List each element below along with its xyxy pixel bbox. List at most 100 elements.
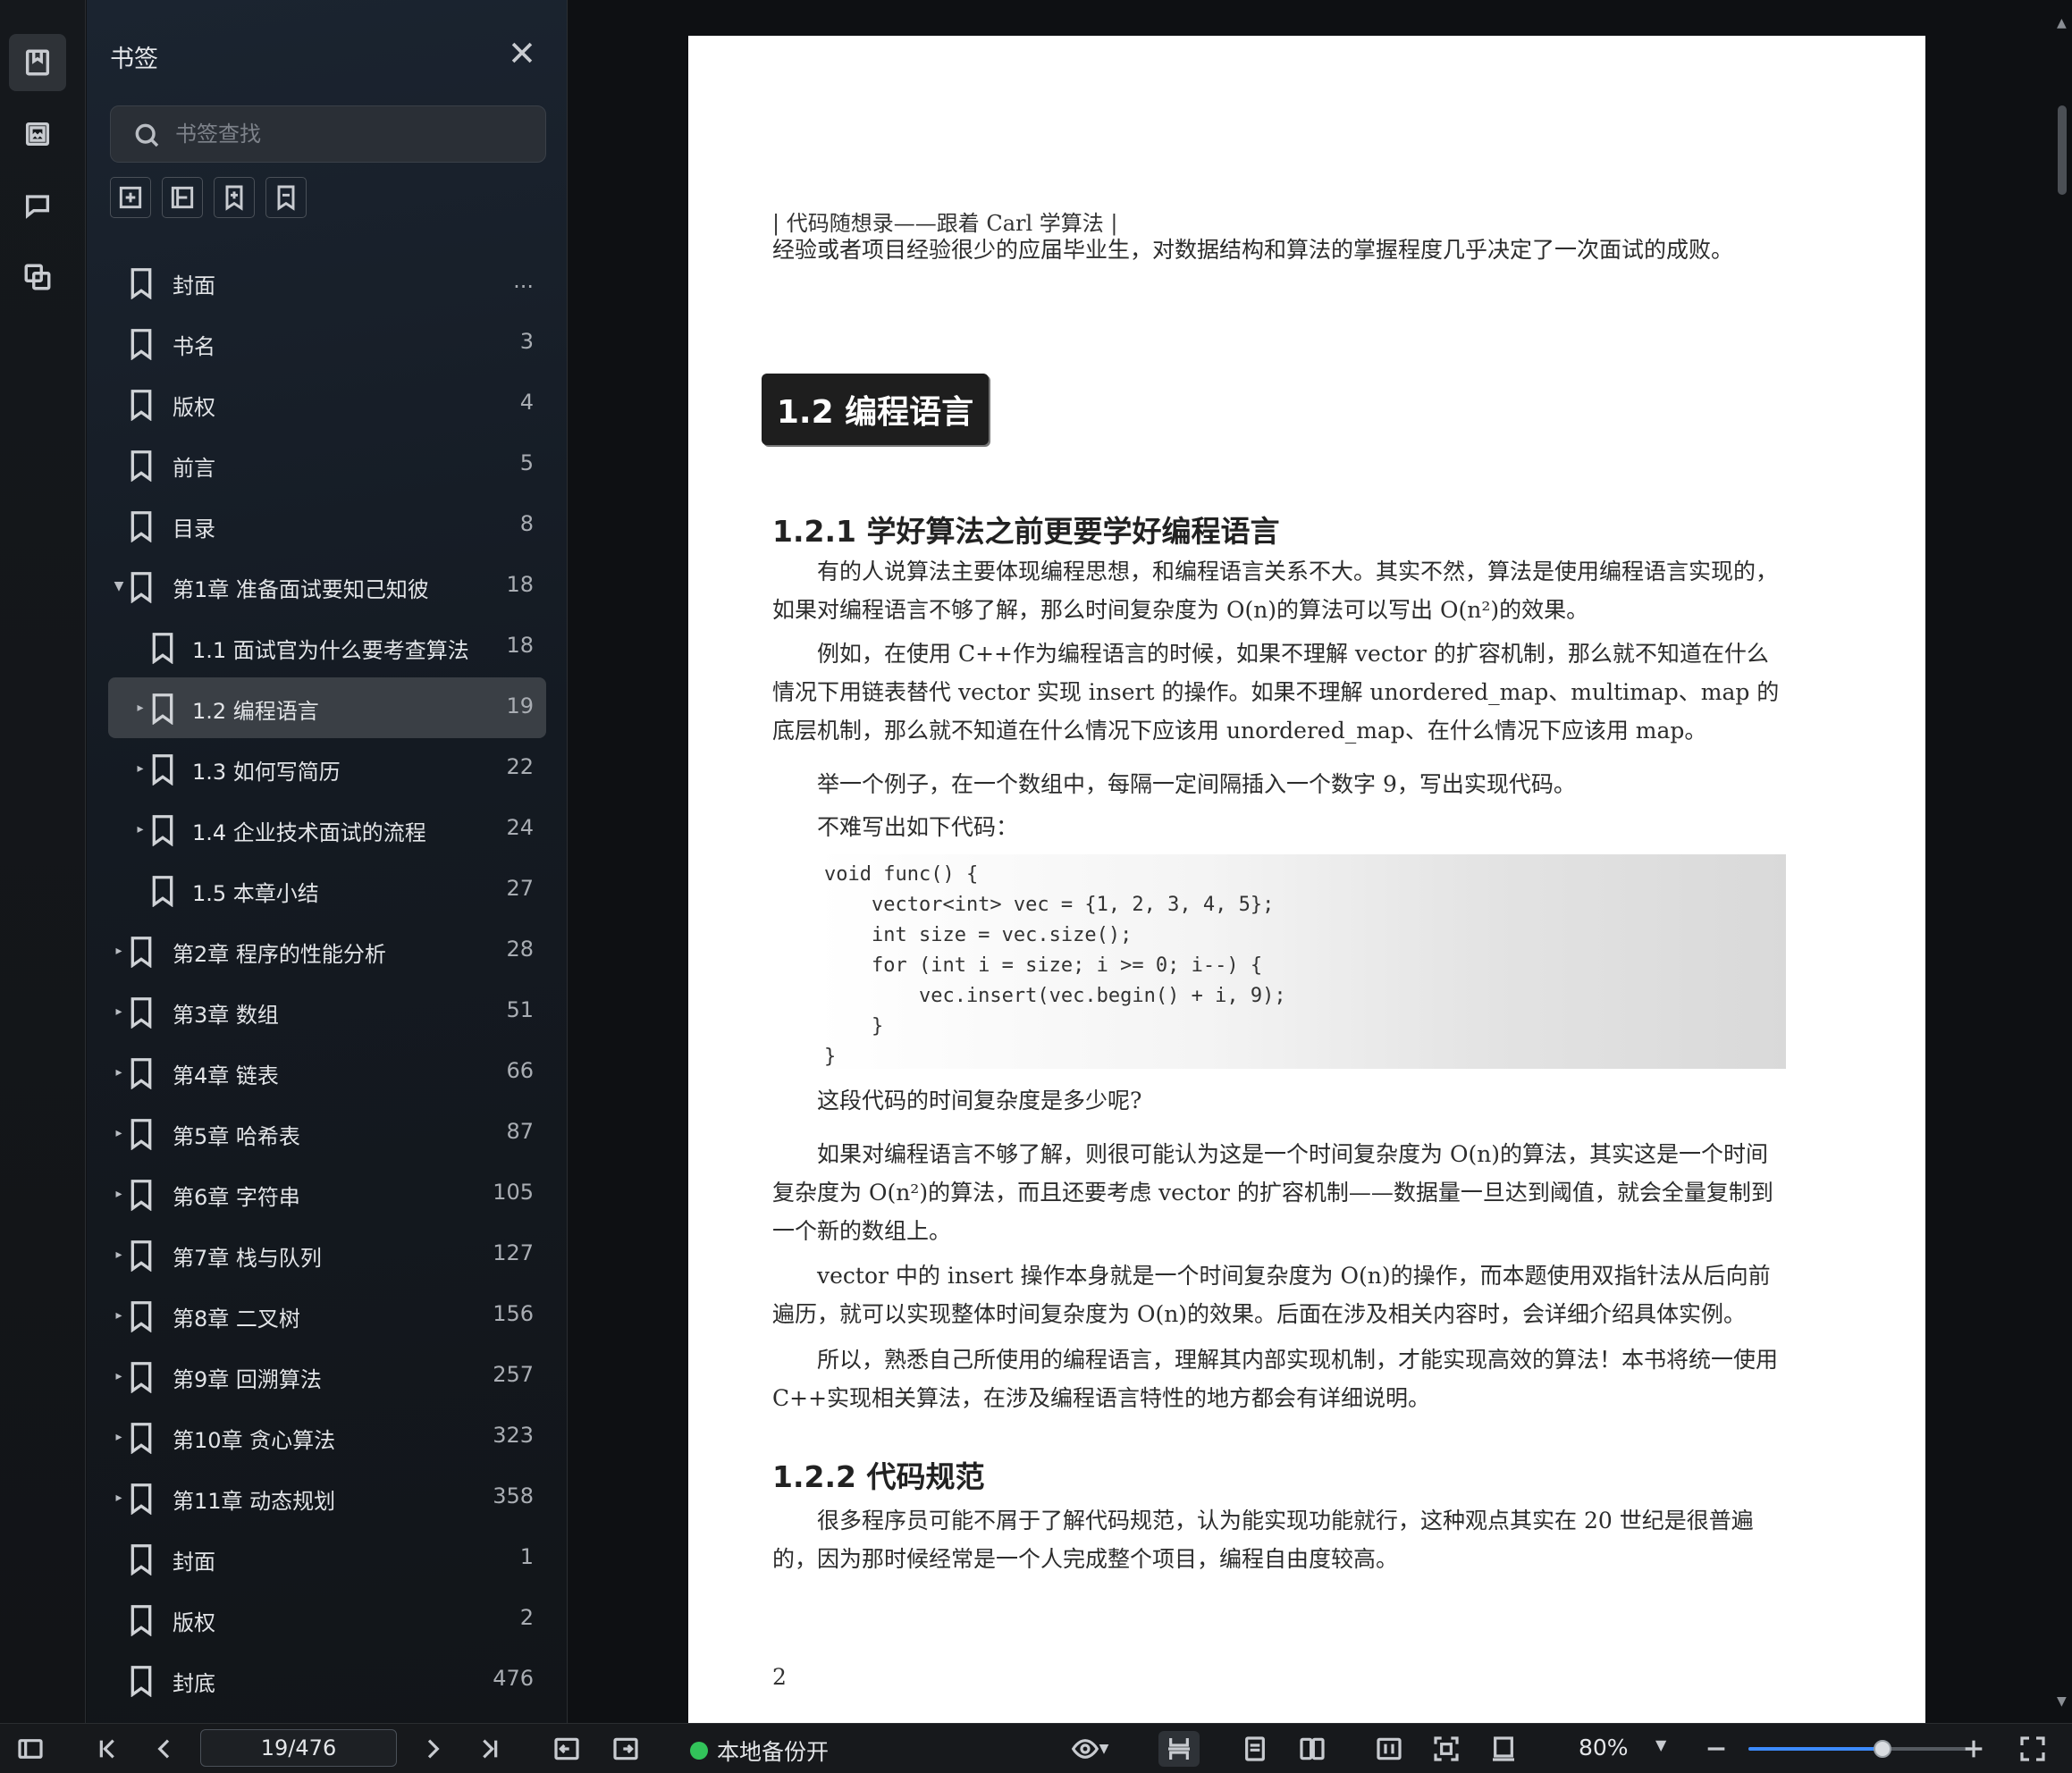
bookmark-item[interactable]: 封底 476 [108,1650,546,1710]
chevron-down-icon: ▼ [1099,1742,1109,1756]
two-page-button[interactable] [1294,1731,1330,1767]
go-back-button[interactable] [549,1731,585,1767]
bookmark-item[interactable]: ▸ 第3章 数组 51 [108,981,546,1042]
zoom-level[interactable]: 80% [1579,1735,1629,1760]
zoom-in-button[interactable] [1956,1731,1992,1767]
chevron-right-icon [427,1739,440,1759]
caret-right-icon[interactable]: ▸ [112,1248,126,1262]
bookmark-item[interactable]: ▸ 第11章 动态规划 358 [108,1467,546,1528]
close-icon[interactable] [507,38,537,68]
section-title: 1.2 编程语言 [762,374,989,445]
scroll-thumb[interactable] [2058,105,2067,195]
two-page-icon [1300,1737,1325,1760]
page-number-input[interactable]: 19/476 [200,1729,397,1767]
scroll-up-icon[interactable]: ▲ [2057,16,2067,30]
caret-right-icon[interactable]: ▸ [133,701,147,715]
bookmark-item[interactable]: 封面 1 [108,1528,546,1589]
view-mode-button[interactable]: ▼ [1058,1731,1121,1767]
continuous-scroll-button[interactable] [1158,1731,1200,1767]
caret-right-icon[interactable]: ▸ [112,1065,126,1080]
bookmark-page-number: 156 [493,1301,534,1326]
collapse-all-button[interactable] [162,177,203,218]
expand-all-icon [119,186,142,209]
previous-page-button[interactable] [147,1731,182,1767]
bookmark-item[interactable]: ▸ 第7章 栈与队列 127 [108,1224,546,1285]
zoom-out-button[interactable] [1698,1731,1734,1767]
caret-right-icon[interactable]: ▸ [112,1187,126,1201]
bookmark-item[interactable]: 1.5 本章小结 27 [108,860,546,920]
caret-right-icon[interactable]: ▸ [112,1004,126,1019]
add-bookmark-button[interactable] [214,177,255,218]
bookmark-item[interactable]: ▸ 第4章 链表 66 [108,1042,546,1103]
bookmark-item[interactable]: ▸ 第10章 贪心算法 323 [108,1407,546,1467]
document-viewer[interactable]: | 代码随想录——跟着 Carl 学算法 | 经验或者项目经验很少的应届毕业生，… [569,0,2072,1723]
last-page-button[interactable] [472,1731,508,1767]
bookmark-item[interactable]: ▸ 第2章 程序的性能分析 28 [108,920,546,981]
bookmark-search-input[interactable] [175,106,533,162]
bookmark-item[interactable]: 版权 2 [108,1589,546,1650]
bookmark-label: 封面 [173,1550,215,1575]
toggle-sidebar-button[interactable] [13,1731,48,1767]
icon-rail [0,0,86,1723]
caret-right-icon[interactable]: ▸ [112,1126,126,1140]
local-backup-status[interactable]: 本地备份开 [690,1735,829,1767]
bookmark-item[interactable]: 封面... [108,252,546,313]
annotation-panel-icon[interactable] [9,177,66,234]
bottom-toolbar: 19/476 本地备份开 ▼ 80% ▼ [0,1723,2072,1773]
bookmark-label: 前言 [173,456,215,481]
bookmark-icon [126,389,156,422]
attachment-panel-icon[interactable] [9,248,66,306]
zoom-slider[interactable] [1748,1740,1972,1758]
vertical-scrollbar[interactable]: ▲ ▼ [2052,0,2072,1723]
next-page-button[interactable] [415,1731,451,1767]
bookmark-label: 第4章 链表 [173,1063,279,1088]
bookmark-item[interactable]: ▸ 第6章 字符串 105 [108,1164,546,1224]
thumbnail-panel-icon[interactable] [9,105,66,163]
caret-right-icon[interactable]: ▸ [133,822,147,836]
bookmark-panel-icon[interactable] [9,34,66,91]
fit-width-button[interactable] [1371,1731,1407,1767]
actual-size-button[interactable] [1486,1731,1521,1767]
bookmark-item[interactable]: ▸ 第9章 回溯算法 257 [108,1346,546,1407]
bookmark-item[interactable]: ▸ 1.3 如何写简历 22 [108,738,546,799]
fullscreen-button[interactable] [2015,1731,2051,1767]
caret-right-icon[interactable]: ▸ [112,1369,126,1383]
expand-all-button[interactable] [110,177,151,218]
sidebar-title: 书签 [110,46,158,73]
bookmark-item[interactable]: 版权 4 [108,374,546,434]
bookmark-item[interactable]: 1.1 面试官为什么要考查算法 18 [108,617,546,677]
caret-right-icon[interactable]: ▸ [112,944,126,958]
bookmark-page-number: 127 [493,1240,534,1265]
bookmark-label: 书名 [173,334,215,359]
scroll-down-icon[interactable]: ▼ [2057,1694,2067,1709]
bookmark-toolbar [110,177,307,218]
first-page-button[interactable] [89,1731,125,1767]
bookmark-item[interactable]: 书名 3 [108,313,546,374]
caret-right-icon [112,1612,126,1626]
bookmark-item[interactable]: ▼ 第1章 准备面试要知己知彼 18 [108,556,546,617]
bookmark-icon [126,1665,156,1698]
bookmark-item[interactable]: ▸ 1.2 编程语言 19 [108,677,546,738]
bookmark-label: 1.1 面试官为什么要考查算法 [192,638,469,663]
caret-right-icon[interactable]: ▸ [112,1430,126,1444]
caret-right-icon[interactable]: ▸ [133,761,147,776]
caret-down-icon[interactable]: ▼ [112,579,126,593]
bookmark-label: 1.5 本章小结 [192,881,319,906]
caret-right-icon[interactable]: ▸ [112,1308,126,1323]
bookmark-page-number: 323 [493,1423,534,1448]
single-page-button[interactable] [1237,1731,1273,1767]
bookmark-item[interactable]: ▸ 第8章 二叉树 156 [108,1285,546,1346]
remove-bookmark-button[interactable] [265,177,307,218]
zoom-slider-handle[interactable] [1874,1740,1891,1758]
bookmark-item[interactable]: ▸ 1.4 企业技术面试的流程 24 [108,799,546,860]
bookmark-item[interactable]: 前言 5 [108,434,546,495]
zoom-dropdown-icon[interactable]: ▼ [1655,1736,1666,1753]
bookmark-item[interactable]: 目录 8 [108,495,546,556]
caret-right-icon[interactable]: ▸ [112,1491,126,1505]
paragraph: 很多程序员可能不屑于了解代码规范，认为能实现功能就行，这种观点其实在 20 世纪… [772,1508,1754,1572]
bookmark-icon [126,1239,156,1273]
bookmark-item[interactable]: ▸ 第5章 哈希表 87 [108,1103,546,1164]
bookmark-search[interactable] [110,105,546,163]
go-forward-button[interactable] [608,1731,644,1767]
fit-page-button[interactable] [1428,1731,1464,1767]
